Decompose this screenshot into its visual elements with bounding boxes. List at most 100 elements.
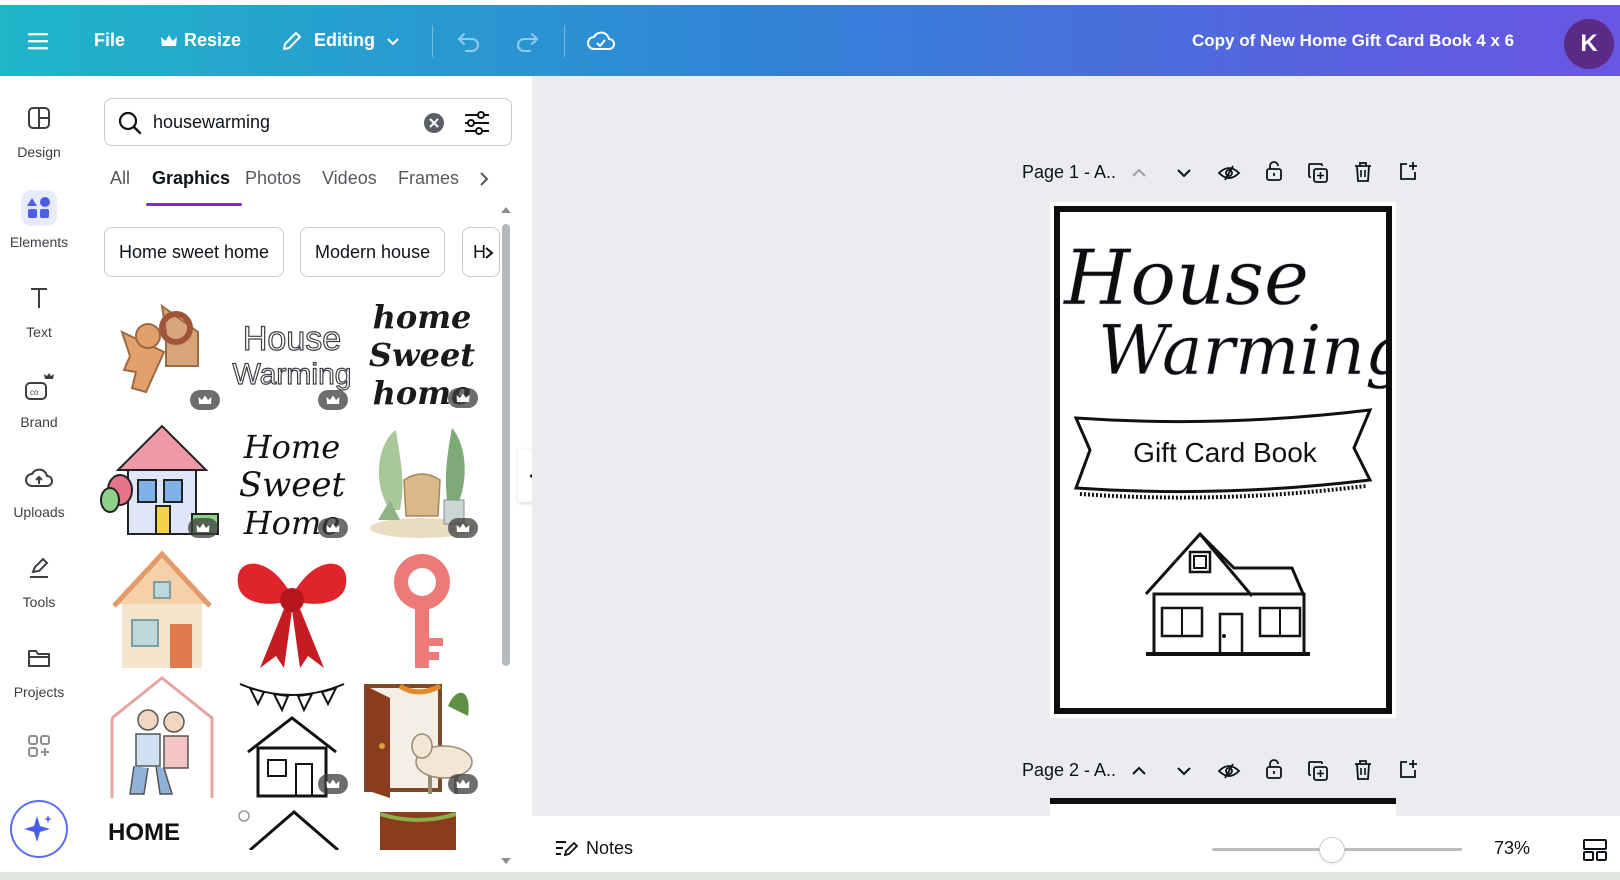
svg-text:Sweet: Sweet: [369, 336, 475, 374]
tab-graphics[interactable]: Graphics: [152, 168, 230, 189]
redo-button[interactable]: [514, 5, 540, 76]
chevron-right-icon: [485, 247, 494, 259]
rail-label-elements: Elements: [9, 234, 69, 250]
suggestion-chip[interactable]: Home sweet home: [104, 227, 285, 277]
add-page-button[interactable]: [1395, 756, 1421, 782]
graphic-thumbnail[interactable]: home Sweet home: [360, 290, 484, 414]
crown-icon: [456, 779, 470, 788]
graphic-thumbnail[interactable]: [100, 548, 224, 672]
apps-grid-icon: [21, 730, 57, 762]
rail-item-brand[interactable]: co Brand: [0, 370, 78, 450]
delete-page-button[interactable]: [1350, 757, 1376, 783]
svg-text:Warming: Warming: [233, 358, 352, 391]
page-2-label[interactable]: Page 2 - A..: [1022, 760, 1116, 790]
graphic-thumbnail[interactable]: Home Sweet Home: [230, 420, 354, 544]
scroll-down-arrow-icon[interactable]: [499, 856, 513, 866]
page-1-label[interactable]: Page 1 - A..: [1022, 162, 1116, 192]
document-title[interactable]: Copy of New Home Gift Card Book 4 x 6: [1192, 5, 1514, 76]
resize-button[interactable]: Resize: [160, 5, 241, 76]
suggestion-chip[interactable]: Modern house: [300, 227, 446, 277]
page-grid-view-icon[interactable]: [1582, 838, 1608, 862]
user-avatar[interactable]: K: [1564, 19, 1614, 69]
move-page-down-button[interactable]: [1171, 160, 1197, 186]
graphic-thumbnail[interactable]: [360, 676, 484, 800]
graphic-thumbnail[interactable]: House Warming: [230, 292, 354, 416]
magic-assistant-button[interactable]: [12, 802, 66, 856]
graphic-thumbnail[interactable]: HOME: [100, 806, 224, 850]
lock-page-button[interactable]: [1261, 756, 1287, 782]
graphic-thumbnail[interactable]: [230, 676, 354, 800]
rail-label-projects: Projects: [13, 684, 65, 700]
save-status-button[interactable]: [586, 5, 616, 76]
move-page-up-button[interactable]: [1126, 758, 1152, 784]
duplicate-icon: [1308, 761, 1328, 781]
notes-icon: [556, 841, 578, 857]
share-page-icon: [1400, 760, 1417, 778]
rail-item-design[interactable]: Design: [0, 100, 78, 180]
filter-sliders-icon[interactable]: [463, 110, 491, 136]
tab-frames[interactable]: Frames: [398, 168, 459, 189]
text-icon: [21, 280, 57, 316]
rail-item-uploads[interactable]: Uploads: [0, 460, 78, 540]
lock-page-button[interactable]: [1261, 158, 1287, 184]
rail-item-tools[interactable]: Tools: [0, 550, 78, 630]
editing-mode-dropdown[interactable]: Editing: [280, 5, 401, 76]
rail-item-apps[interactable]: [0, 730, 78, 770]
tab-photos[interactable]: Photos: [245, 168, 301, 189]
graphic-thumbnail[interactable]: [360, 420, 484, 544]
rail-item-projects[interactable]: Projects: [0, 640, 78, 720]
search-box[interactable]: housewarming: [104, 98, 512, 146]
panel-scrollbar[interactable]: [502, 224, 510, 666]
undo-button[interactable]: [456, 5, 482, 76]
redo-icon: [517, 32, 539, 52]
rail-item-elements[interactable]: Elements: [0, 190, 78, 270]
crown-icon: [326, 523, 340, 532]
delete-page-button[interactable]: [1350, 159, 1376, 185]
hide-page-button[interactable]: [1216, 160, 1242, 186]
graphic-thumbnail[interactable]: [230, 806, 354, 850]
chevron-down-icon: [1177, 767, 1191, 776]
graphic-thumbnail[interactable]: [102, 292, 226, 416]
suggestion-chip[interactable]: H: [462, 227, 500, 277]
gift-card-banner[interactable]: Gift Card Book: [1070, 408, 1380, 508]
crown-icon: [456, 523, 470, 532]
rail-item-text[interactable]: Text: [0, 280, 78, 360]
toolbar-divider: [432, 25, 433, 57]
duplicate-page-button[interactable]: [1305, 160, 1331, 186]
search-input[interactable]: housewarming: [153, 112, 270, 133]
tab-all[interactable]: All: [110, 168, 130, 189]
couple-in-house-graphic: [110, 676, 214, 798]
graphic-thumbnail[interactable]: [100, 676, 224, 800]
hide-page-button[interactable]: [1216, 758, 1242, 784]
graphic-thumbnail[interactable]: [230, 548, 354, 672]
editing-label: Editing: [314, 30, 375, 50]
cloud-upload-icon: [21, 460, 57, 496]
decorated-door-graphic: [380, 812, 456, 850]
page-1-canvas[interactable]: House Warming Gift Card Book: [1050, 202, 1396, 718]
pro-badge: [318, 774, 348, 794]
graphic-thumbnail[interactable]: [100, 420, 224, 544]
chevron-right-icon[interactable]: [476, 169, 492, 189]
elements-panel: housewarming All Graphics Photos Videos …: [78, 76, 532, 880]
zoom-percentage[interactable]: 73%: [1494, 838, 1530, 859]
duplicate-page-button[interactable]: [1305, 758, 1331, 784]
folder-icon: [21, 640, 57, 676]
graphic-thumbnail[interactable]: [380, 806, 456, 850]
menu-button[interactable]: [26, 5, 50, 76]
house-outline-icon[interactable]: [1140, 524, 1310, 664]
notes-button[interactable]: Notes: [554, 834, 633, 862]
move-page-up-button[interactable]: [1126, 160, 1152, 186]
tab-videos[interactable]: Videos: [322, 168, 377, 189]
file-menu-button[interactable]: File: [94, 5, 125, 76]
banner-text: Gift Card Book: [1133, 437, 1318, 468]
scroll-up-arrow-icon[interactable]: [499, 205, 513, 215]
zoom-slider-handle[interactable]: [1320, 838, 1344, 862]
move-page-down-button[interactable]: [1171, 758, 1197, 784]
rail-label-uploads: Uploads: [13, 504, 65, 520]
active-tab-indicator: [146, 203, 242, 206]
add-page-button[interactable]: [1395, 158, 1421, 184]
graphic-thumbnail[interactable]: [360, 548, 484, 672]
house-warming-title[interactable]: House Warming: [1060, 218, 1386, 398]
clear-search-icon[interactable]: [423, 112, 445, 134]
crown-icon: [456, 393, 470, 402]
